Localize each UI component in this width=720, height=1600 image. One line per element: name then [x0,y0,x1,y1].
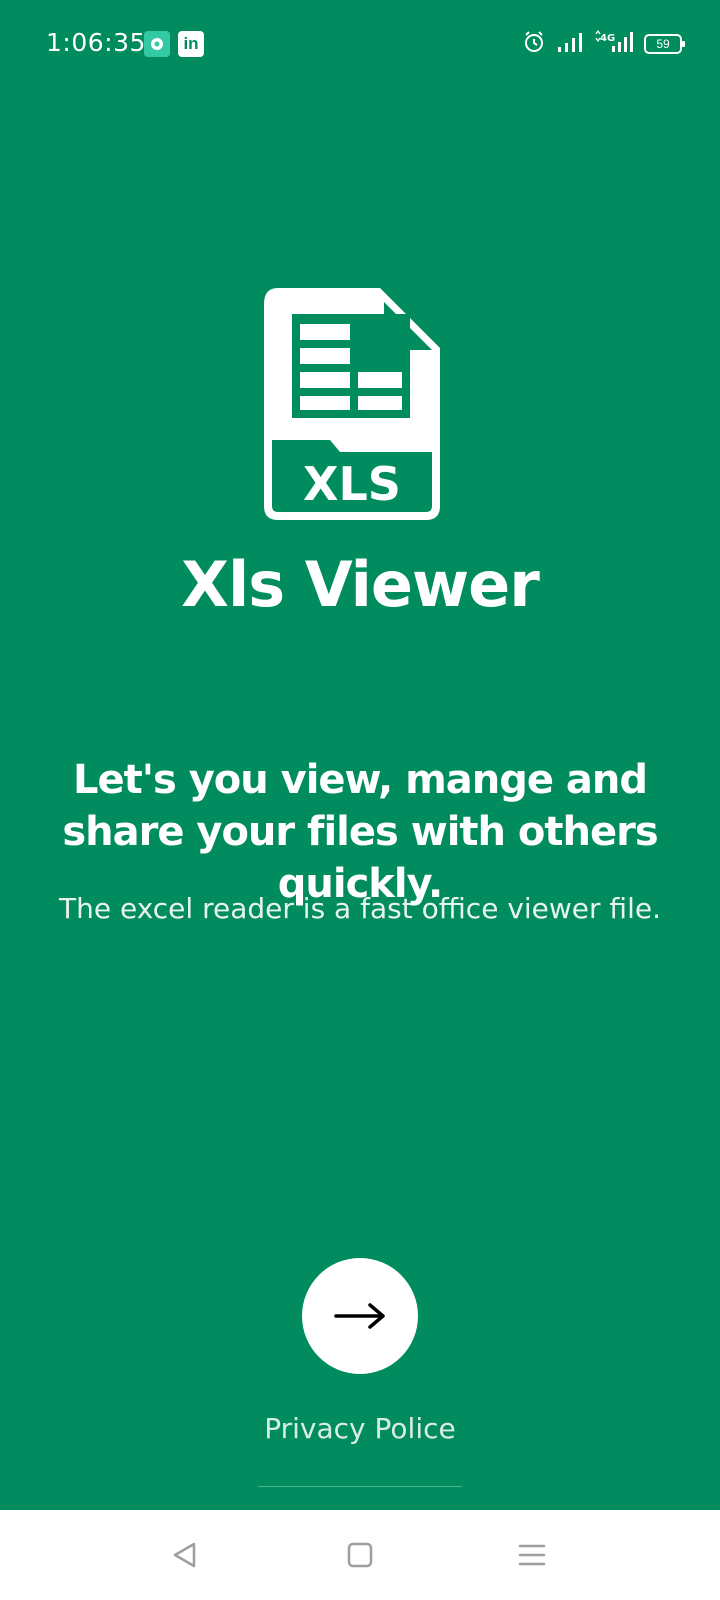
back-button[interactable] [160,1530,210,1580]
battery-icon: 59 [644,34,685,54]
menu-icon [518,1544,546,1566]
privacy-link-divider [258,1486,462,1487]
xls-file-icon: XLS [264,288,440,520]
logo-label: XLS [303,457,401,511]
xls-file-logo: XLS [262,288,442,522]
signal-icon [556,31,584,58]
menu-button[interactable] [507,1530,557,1580]
privacy-policy-link[interactable]: Privacy Police [258,1412,462,1445]
app-title: Xls Viewer [181,548,540,621]
next-button[interactable] [302,1258,418,1374]
home-button[interactable] [335,1530,385,1580]
back-icon [173,1542,196,1568]
navigation-bar [0,1510,720,1600]
music-app-icon [144,31,170,57]
onboarding-screen: 1:06:35 in 4G 59 XLS Xls Viewer Let's yo… [0,0,720,1600]
onboarding-subtext: The excel reader is a fast office viewer… [59,892,661,925]
arrow-right-icon [334,1303,385,1329]
status-indicators: 4G 59 [522,28,685,60]
signal-4g-icon: 4G [594,29,634,59]
home-icon [347,1542,373,1568]
status-time: 1:06:35 [46,28,146,57]
status-bar: 1:06:35 in 4G 59 [0,0,720,90]
linkedin-icon: in [178,31,204,57]
onboarding-headline: Let's you view, mange and share your fil… [62,757,658,907]
svg-text:4G: 4G [600,33,615,44]
alarm-icon [522,30,546,59]
